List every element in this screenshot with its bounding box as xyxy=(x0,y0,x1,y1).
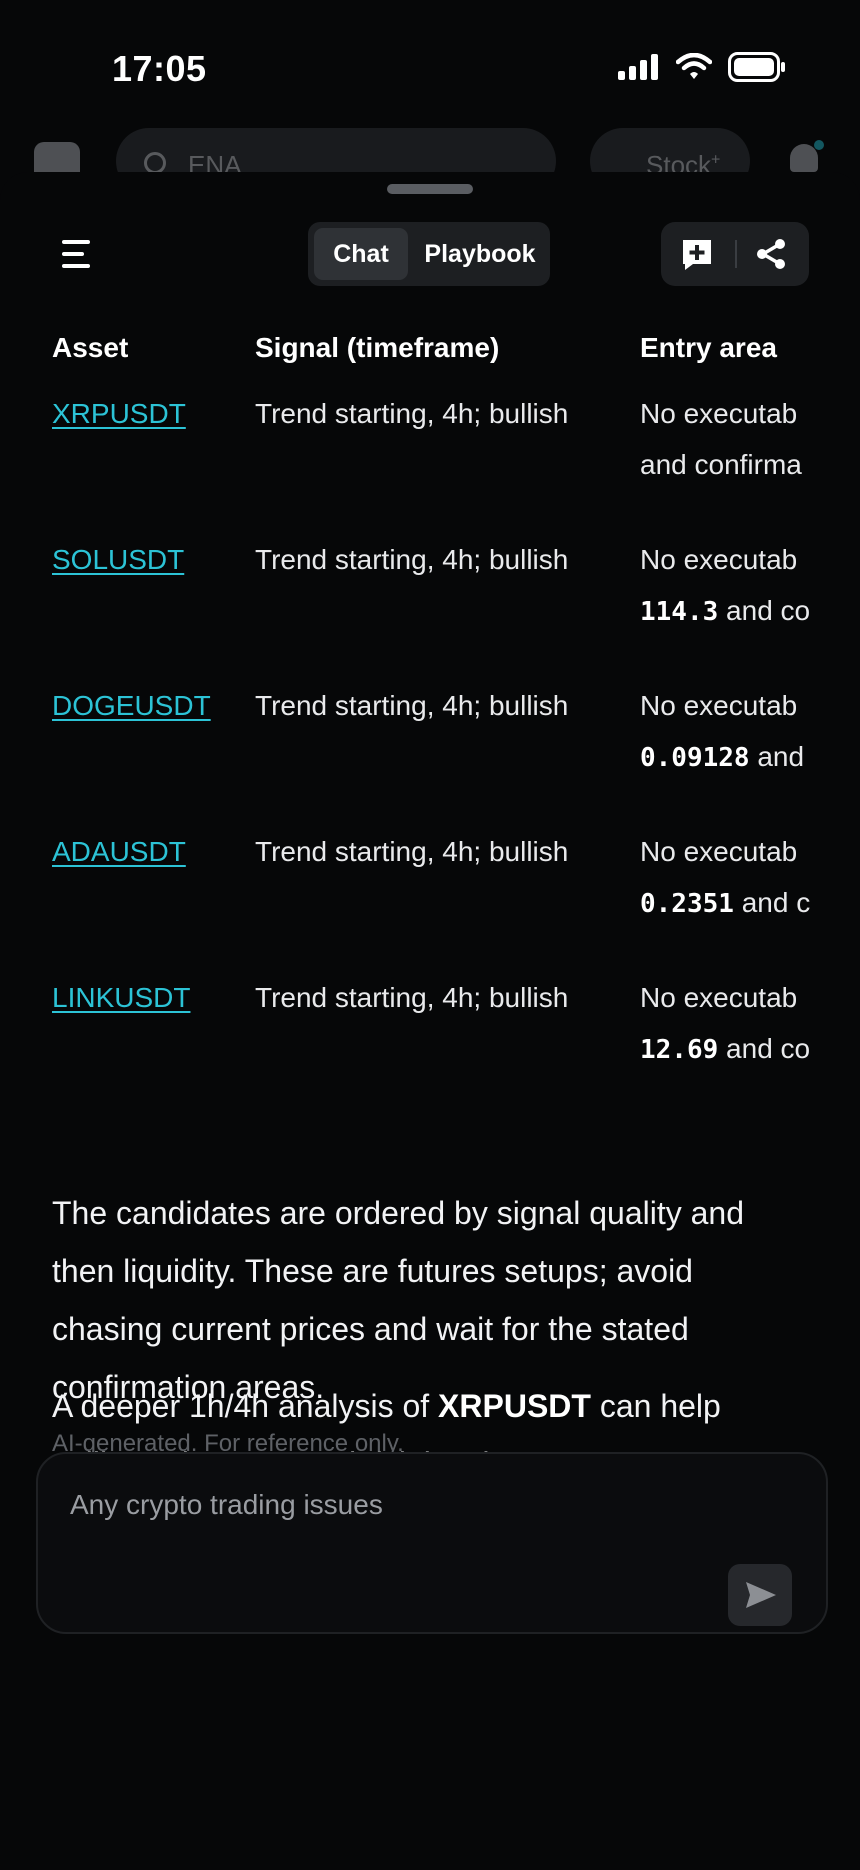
header-signal: Signal (timeframe) xyxy=(255,332,500,363)
send-button[interactable] xyxy=(728,1564,792,1626)
bell-icon xyxy=(790,144,818,172)
menu-button[interactable] xyxy=(50,228,106,280)
toolbar-actions xyxy=(661,222,809,286)
entry-area-cell: No executab 114.3 and co xyxy=(640,544,810,627)
mode-segmented-control: Chat Playbook xyxy=(308,222,550,286)
new-chat-button[interactable] xyxy=(679,236,715,272)
menu-icon xyxy=(62,240,90,268)
tab-chat[interactable]: Chat xyxy=(314,228,408,280)
table-row: LINKUSDT Trend starting, 4h; bullish No … xyxy=(52,972,810,1118)
asset-link-adausdt[interactable]: ADAUSDT xyxy=(52,836,186,867)
new-chat-icon xyxy=(683,240,711,270)
signal-cell: Trend starting, 4h; bullish xyxy=(255,398,569,429)
message-composer xyxy=(36,1452,828,1634)
background-search-text: ENA xyxy=(188,150,242,172)
header-entry-area: Entry area xyxy=(640,332,777,363)
table-row: SOLUSDT Trend starting, 4h; bullish No e… xyxy=(52,534,810,680)
entry-area-cell: No executab and confirma xyxy=(640,398,802,480)
entry-area-cell: No executab 12.69 and co xyxy=(640,982,810,1065)
signal-cell: Trend starting, 4h; bullish xyxy=(255,544,569,575)
sheet-drag-handle[interactable] xyxy=(387,184,473,194)
entry-area-cell: No executab 0.2351 and c xyxy=(640,836,810,919)
signal-cell: Trend starting, 4h; bullish xyxy=(255,982,569,1013)
app-logo-icon xyxy=(34,142,80,172)
status-bar: 17:05 xyxy=(0,0,860,130)
asset-link-solusdt[interactable]: SOLUSDT xyxy=(52,544,184,575)
status-icons xyxy=(618,52,786,82)
signals-table: Asset Signal (timeframe) Entry area XRPU… xyxy=(52,332,810,1118)
background-stock-label: Stock+ xyxy=(646,150,721,172)
wifi-icon xyxy=(676,53,712,79)
background-search-bar: ENA xyxy=(116,128,556,172)
battery-icon xyxy=(728,52,785,82)
table-row: DOGEUSDT Trend starting, 4h; bullish No … xyxy=(52,680,810,826)
share-button[interactable] xyxy=(753,236,789,272)
table-header-row: Asset Signal (timeframe) Entry area xyxy=(52,332,810,388)
share-icon xyxy=(757,239,785,269)
ai-disclaimer: AI-generated. For reference only. xyxy=(52,1430,404,1452)
background-app-header: ENA Stock+ xyxy=(0,124,860,172)
notification-dot xyxy=(814,140,824,150)
table-row: XRPUSDT Trend starting, 4h; bullish No e… xyxy=(52,388,810,534)
asset-link-linkusdt[interactable]: LINKUSDT xyxy=(52,982,190,1013)
entry-area-cell: No executab 0.09128 and xyxy=(640,690,805,773)
toolbar-divider xyxy=(735,240,737,268)
signal-cell: Trend starting, 4h; bullish xyxy=(255,836,569,867)
header-asset: Asset xyxy=(52,332,129,363)
chat-toolbar: Chat Playbook xyxy=(0,214,860,294)
background-stock-button: Stock+ xyxy=(590,128,750,172)
xrpusdt-mention: XRPUSDT xyxy=(438,1388,591,1424)
tab-playbook[interactable]: Playbook xyxy=(414,228,546,280)
search-icon xyxy=(144,152,166,172)
asset-link-xrpusdt[interactable]: XRPUSDT xyxy=(52,398,186,429)
send-icon xyxy=(746,1582,776,1608)
cellular-signal-icon xyxy=(618,54,658,80)
message-input[interactable] xyxy=(68,1484,752,1526)
asset-link-dogeusdt[interactable]: DOGEUSDT xyxy=(52,690,211,721)
table-row: ADAUSDT Trend starting, 4h; bullish No e… xyxy=(52,826,810,972)
status-time: 17:05 xyxy=(112,48,207,89)
signal-cell: Trend starting, 4h; bullish xyxy=(255,690,569,721)
